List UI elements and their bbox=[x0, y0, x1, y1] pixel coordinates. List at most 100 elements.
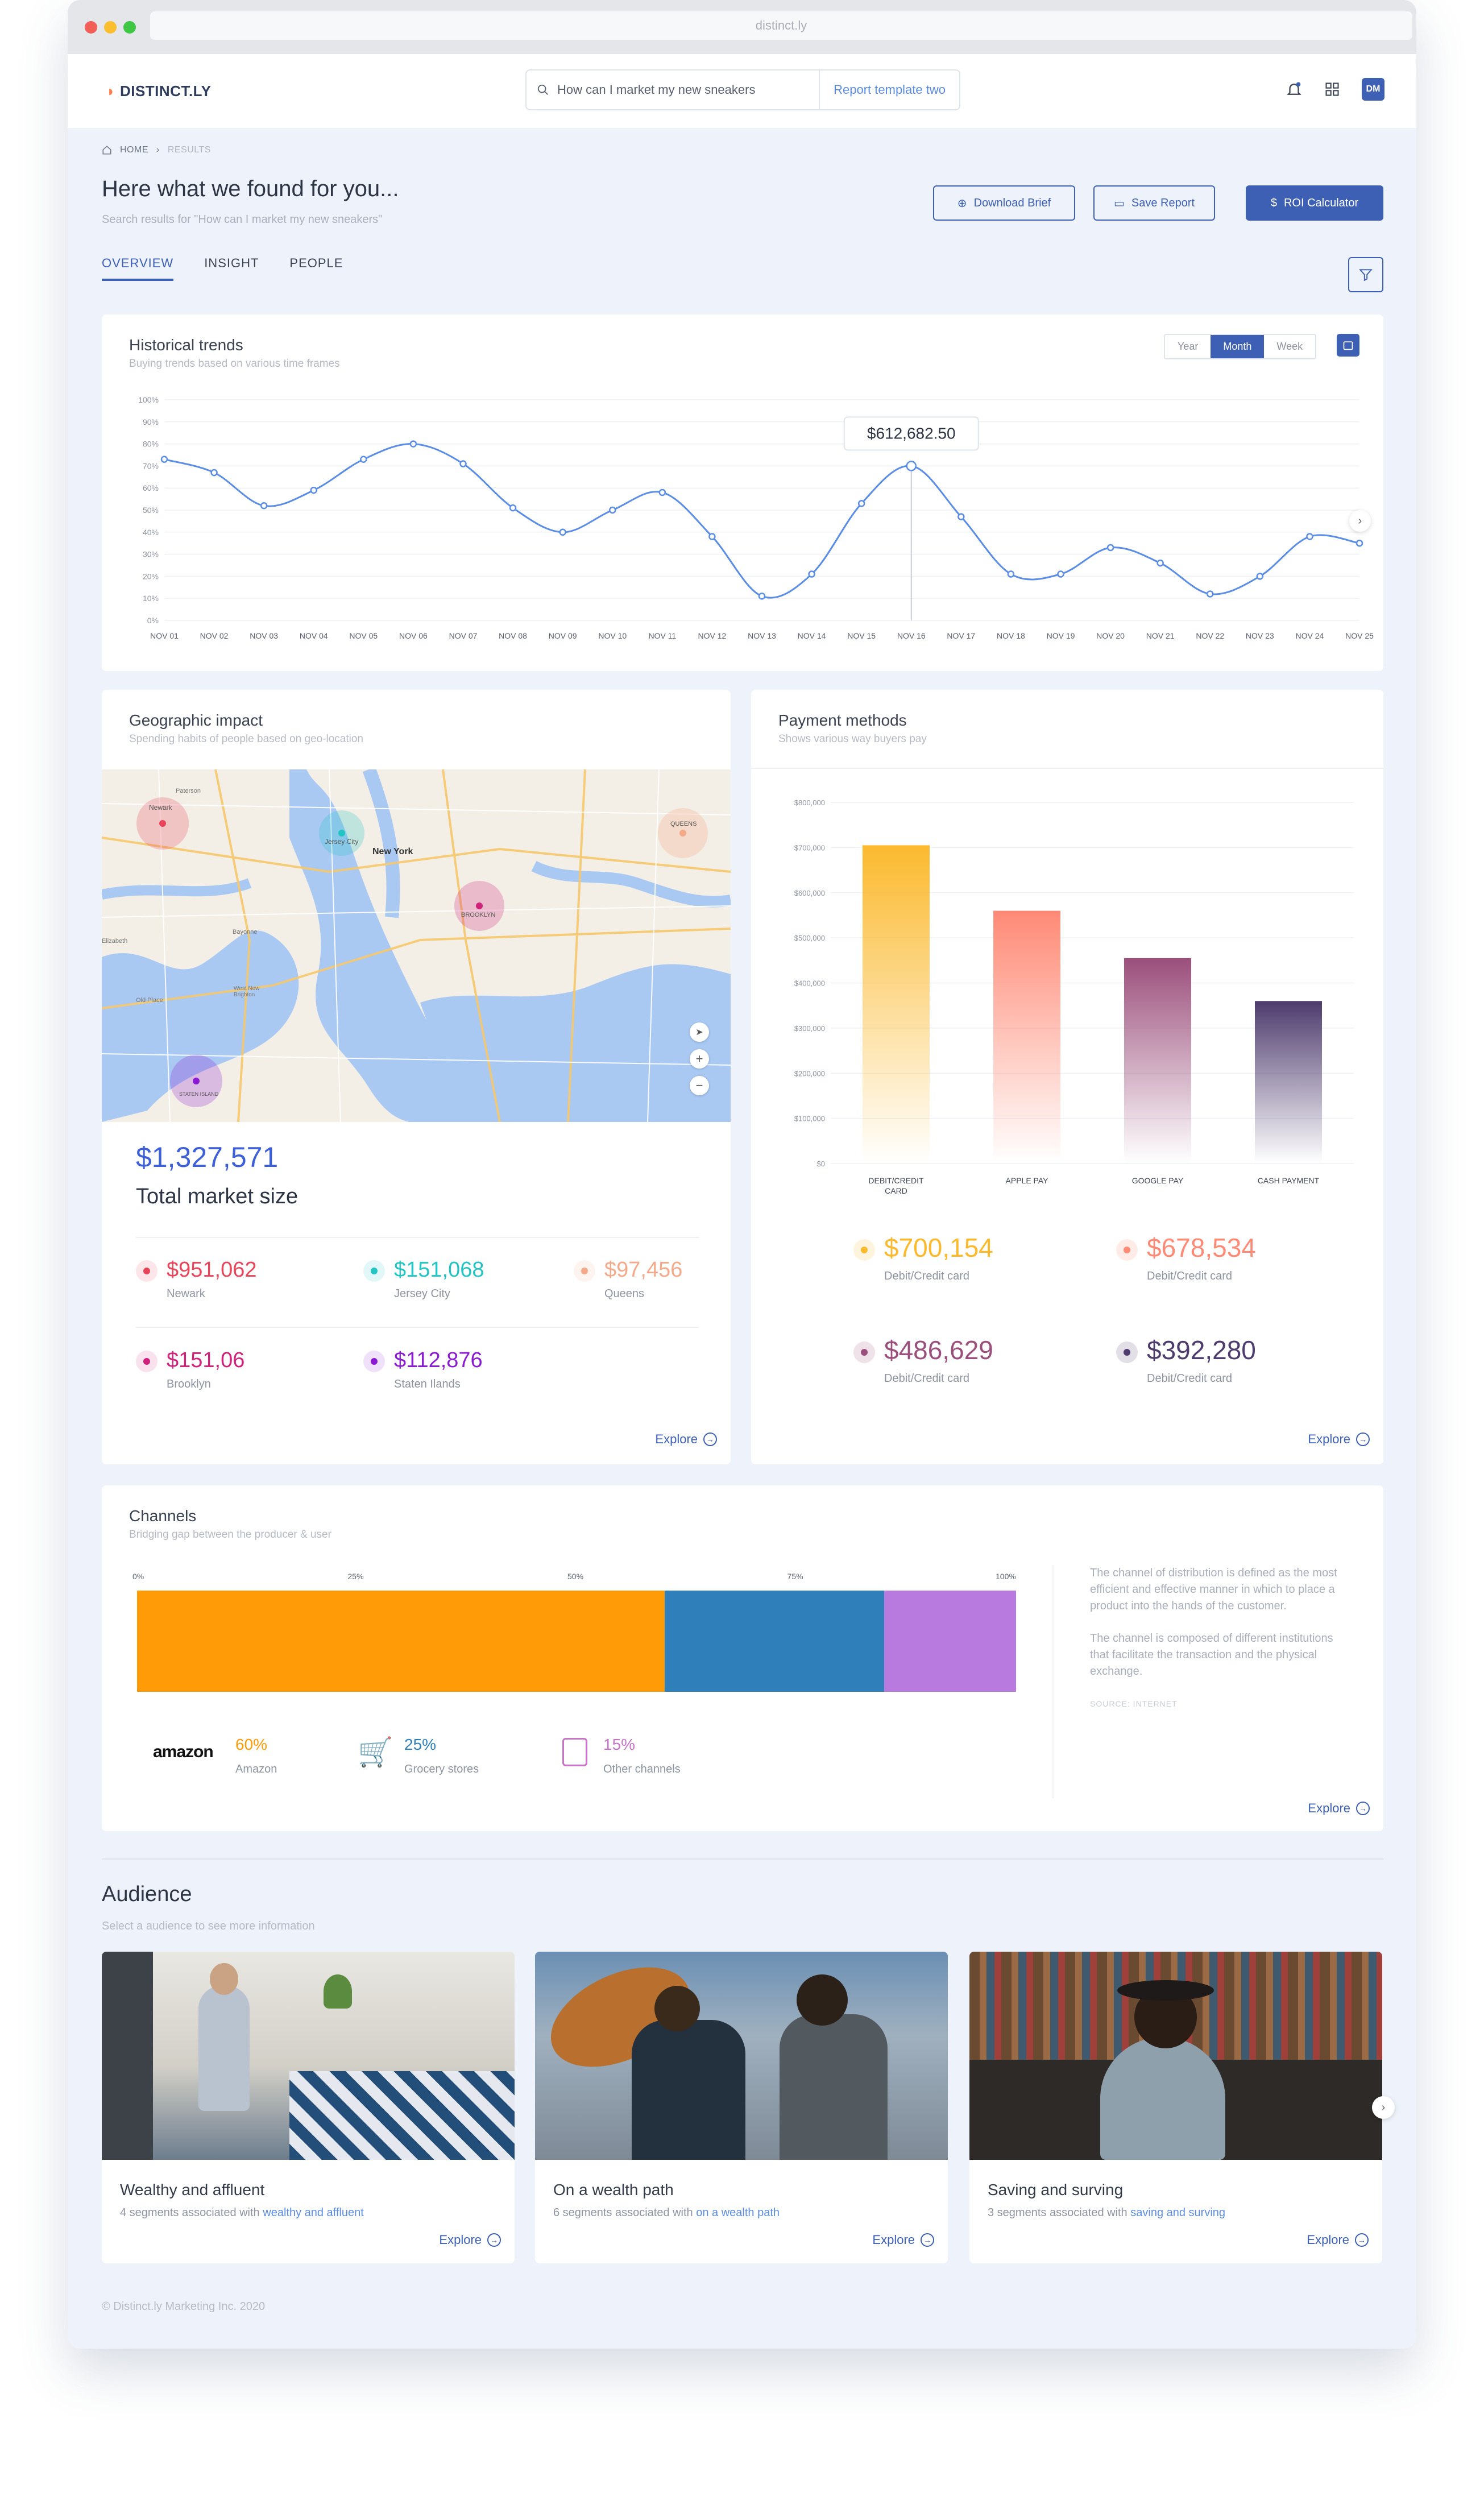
map[interactable]: Newark Jersey City New York QUEENS BROOK… bbox=[102, 769, 731, 1122]
carousel-next-button[interactable]: › bbox=[1372, 2096, 1395, 2119]
payment-value: $700,154 bbox=[884, 1233, 993, 1262]
roi-calculator-button[interactable]: $ ROI Calculator bbox=[1246, 185, 1383, 221]
trend-point[interactable] bbox=[1256, 573, 1264, 580]
trend-point[interactable] bbox=[1207, 590, 1214, 598]
payment-bar[interactable] bbox=[863, 845, 930, 1164]
trend-point[interactable] bbox=[609, 506, 616, 514]
template-selector[interactable]: Report template two bbox=[819, 71, 959, 109]
payment-bar[interactable] bbox=[1255, 1001, 1322, 1164]
zoom-in-icon[interactable]: + bbox=[690, 1049, 709, 1069]
payment-methods-card: Payment methods Shows various way buyers… bbox=[751, 690, 1383, 1464]
trend-point[interactable] bbox=[1007, 570, 1015, 578]
channel-segment[interactable] bbox=[884, 1591, 1016, 1692]
trend-point[interactable] bbox=[1306, 533, 1313, 540]
trend-point[interactable] bbox=[1356, 539, 1363, 547]
tab-insight[interactable]: INSIGHT bbox=[204, 256, 259, 281]
close-dot[interactable] bbox=[85, 20, 97, 34]
payment-explore-link[interactable]: Explore → bbox=[1308, 1432, 1370, 1447]
bell-icon[interactable] bbox=[1286, 81, 1303, 98]
audience-explore-link[interactable]: Explore → bbox=[439, 2233, 501, 2247]
trend-point[interactable] bbox=[1106, 544, 1114, 552]
bar-category-label: DEBIT/CREDIT CARD bbox=[868, 1176, 924, 1195]
audience-card-saving[interactable]: Saving and surving 3 segments associated… bbox=[969, 1952, 1382, 2263]
x-tick-label: NOV 25 bbox=[1345, 631, 1374, 640]
channel-segment[interactable] bbox=[137, 1591, 665, 1692]
payment-dot-inner bbox=[1124, 1247, 1130, 1253]
trend-point[interactable] bbox=[360, 456, 367, 463]
trend-point[interactable] bbox=[509, 504, 517, 512]
channel-segment[interactable] bbox=[664, 1591, 885, 1692]
tab-people[interactable]: PEOPLE bbox=[289, 256, 343, 281]
download-brief-button[interactable]: ⊕ Download Brief bbox=[933, 185, 1075, 221]
audience-card-wealthy[interactable]: Wealthy and affluent 4 segments associat… bbox=[102, 1952, 515, 2263]
trend-point[interactable] bbox=[310, 486, 317, 494]
trend-point[interactable] bbox=[658, 488, 666, 496]
total-market-value: $1,327,571 bbox=[136, 1141, 279, 1173]
breadcrumb-home[interactable]: HOME bbox=[120, 145, 148, 155]
geo-marker-dot bbox=[136, 1260, 157, 1282]
bar-category-label: CASH PAYMENT bbox=[1258, 1176, 1320, 1185]
search-box[interactable]: How can I market my new sneakers Report … bbox=[525, 69, 960, 110]
x-tick-label: NOV 19 bbox=[1047, 631, 1075, 640]
trend-point[interactable] bbox=[260, 502, 268, 510]
avatar[interactable]: DM bbox=[1362, 78, 1384, 101]
filter-button[interactable] bbox=[1348, 257, 1383, 292]
trend-point[interactable] bbox=[210, 469, 218, 477]
payment-bar-chart: $0 $100,000 $200,000 $300,000 $400,000 $500,0… bbox=[794, 798, 1354, 1195]
trend-point[interactable] bbox=[708, 533, 716, 540]
payment-bar[interactable] bbox=[993, 910, 1060, 1164]
zoom-out-icon[interactable]: − bbox=[690, 1076, 709, 1095]
maximize-dot[interactable] bbox=[123, 20, 136, 34]
trend-point[interactable] bbox=[758, 593, 766, 600]
trend-point[interactable] bbox=[1156, 559, 1164, 567]
chart-next-button[interactable]: › bbox=[1349, 510, 1371, 532]
chevron-right-icon: › bbox=[156, 145, 160, 155]
url-bar[interactable]: distinct.ly bbox=[150, 11, 1412, 40]
channels-stacked-bar bbox=[137, 1591, 1016, 1692]
locate-icon[interactable]: ➤ bbox=[690, 1022, 709, 1042]
audience-photo-wealth-path bbox=[535, 1952, 948, 2160]
audience-subtitle: Select a audience to see more informatio… bbox=[102, 1920, 315, 1932]
map-place-west-new-brighton: West New Brighton bbox=[234, 986, 260, 998]
channels-explore-link[interactable]: Explore → bbox=[1308, 1801, 1370, 1816]
audience-explore-link[interactable]: Explore → bbox=[1307, 2233, 1369, 2247]
trend-point[interactable] bbox=[957, 513, 965, 520]
geo-marker-dot-inner bbox=[581, 1268, 588, 1274]
map-label-new-york: New York bbox=[372, 847, 413, 856]
trend-point[interactable] bbox=[906, 461, 917, 471]
logo[interactable]: ◗ DISTINCT.LY bbox=[106, 82, 212, 100]
folder-icon: ▭ bbox=[1113, 197, 1125, 210]
geo-explore-link[interactable]: Explore → bbox=[655, 1432, 717, 1447]
audience-card-link[interactable]: wealthy and affluent bbox=[263, 2206, 364, 2219]
y-tick-label: 0% bbox=[147, 616, 159, 625]
y-tick-label: $0 bbox=[817, 1160, 825, 1168]
explore-label: Explore bbox=[1307, 2233, 1349, 2247]
tooltip-value: $612,682.50 bbox=[867, 424, 956, 442]
audience-card-prefix: 4 segments associated with bbox=[120, 2206, 260, 2219]
trend-point[interactable] bbox=[1057, 570, 1064, 578]
trend-point[interactable] bbox=[808, 570, 815, 578]
trend-point[interactable] bbox=[559, 528, 566, 536]
minimize-dot[interactable] bbox=[104, 20, 117, 34]
channel-percent: 15% bbox=[603, 1736, 636, 1753]
trend-point[interactable] bbox=[857, 500, 865, 507]
audience-card-wealth-path[interactable]: On a wealth path 6 segments associated w… bbox=[535, 1952, 948, 2263]
x-tick-label: NOV 09 bbox=[549, 631, 577, 640]
save-label: Save Report bbox=[1131, 196, 1195, 209]
audience-card-link[interactable]: saving and surving bbox=[1130, 2206, 1225, 2219]
tab-overview[interactable]: OVERVIEW bbox=[102, 256, 174, 281]
home-icon bbox=[102, 146, 111, 155]
trend-point[interactable] bbox=[409, 440, 417, 448]
payment-value: $392,280 bbox=[1147, 1335, 1256, 1365]
trend-point[interactable] bbox=[459, 460, 467, 467]
audience-card-link[interactable]: on a wealth path bbox=[696, 2206, 780, 2219]
geo-marker-dot bbox=[363, 1260, 385, 1282]
y-tick-label: $100,000 bbox=[794, 1115, 825, 1123]
trend-point[interactable] bbox=[160, 456, 168, 463]
y-tick-label: 100% bbox=[138, 395, 159, 404]
apps-grid-icon[interactable] bbox=[1324, 81, 1340, 97]
payment-bar[interactable] bbox=[1124, 958, 1191, 1164]
audience-explore-link[interactable]: Explore → bbox=[872, 2233, 934, 2247]
save-report-button[interactable]: ▭ Save Report bbox=[1093, 185, 1215, 221]
search-input[interactable]: How can I market my new sneakers bbox=[527, 82, 819, 97]
